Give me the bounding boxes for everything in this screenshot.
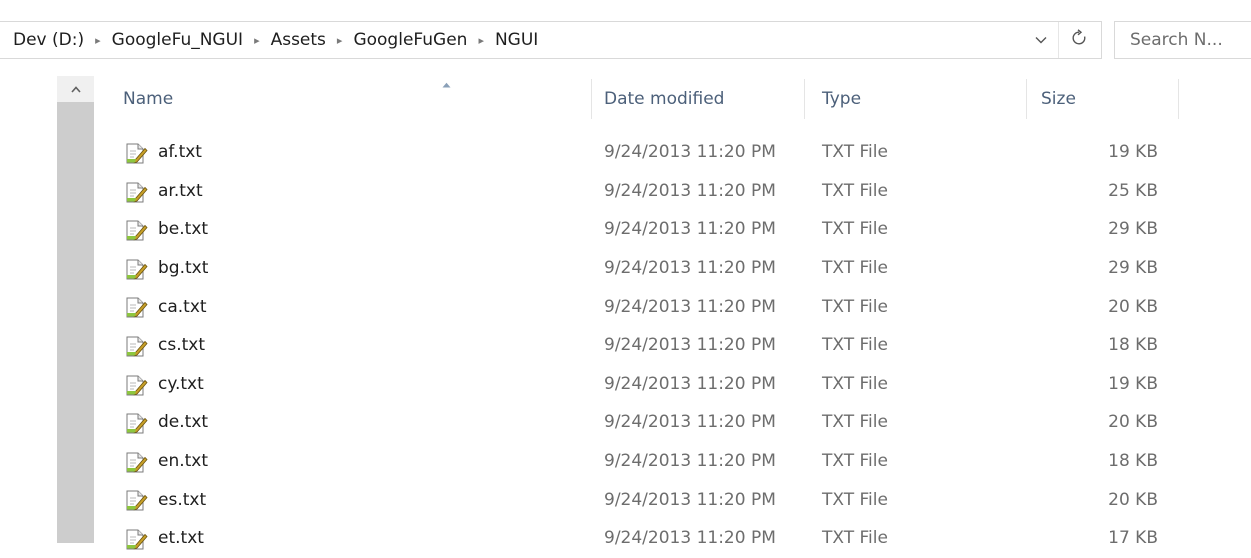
file-date-modified: 9/24/2013 11:20 PM xyxy=(604,412,776,433)
file-size: 19 KB xyxy=(1108,373,1158,394)
scroll-up-button[interactable] xyxy=(57,76,94,102)
file-date-modified: 9/24/2013 11:20 PM xyxy=(604,373,776,394)
text-file-icon xyxy=(124,295,148,319)
breadcrumb-separator-icon[interactable]: ▸ xyxy=(88,34,108,47)
column-header-type[interactable]: Type xyxy=(805,79,1027,119)
file-list: af.txt 9/24/2013 11:20 PM TXT File 19 KB ar.… xyxy=(96,133,1196,558)
file-size: 18 KB xyxy=(1108,451,1158,472)
file-size: 25 KB xyxy=(1108,180,1158,201)
file-name: bg.txt xyxy=(158,258,209,279)
file-row[interactable]: en.txt 9/24/2013 11:20 PM TXT File 18 KB xyxy=(96,442,1196,481)
vertical-scrollbar[interactable] xyxy=(57,76,94,543)
file-size: 18 KB xyxy=(1108,335,1158,356)
text-file-icon xyxy=(124,334,148,358)
text-file-icon xyxy=(124,488,148,512)
file-row[interactable]: cs.txt 9/24/2013 11:20 PM TXT File 18 KB xyxy=(96,326,1196,365)
file-date-modified: 9/24/2013 11:20 PM xyxy=(604,180,776,201)
breadcrumb-item-ngui[interactable]: NGUI xyxy=(491,30,542,50)
column-header-row: Name Date modified Type Size xyxy=(96,79,1251,119)
file-size: 20 KB xyxy=(1108,412,1158,433)
text-file-icon xyxy=(124,373,148,397)
file-date-modified: 9/24/2013 11:20 PM xyxy=(604,489,776,510)
file-type: TXT File xyxy=(822,219,888,240)
file-row[interactable]: de.txt 9/24/2013 11:20 PM TXT File 20 KB xyxy=(96,403,1196,442)
file-date-modified: 9/24/2013 11:20 PM xyxy=(604,142,776,163)
file-size: 19 KB xyxy=(1108,142,1158,163)
text-file-icon xyxy=(124,257,148,281)
file-name: de.txt xyxy=(158,412,209,433)
text-file-icon xyxy=(124,411,148,435)
file-size: 29 KB xyxy=(1108,258,1158,279)
text-file-icon xyxy=(124,450,148,474)
text-file-icon xyxy=(124,527,148,551)
breadcrumb-item-drive[interactable]: Dev (D:) xyxy=(9,30,88,50)
breadcrumb-separator-icon[interactable]: ▸ xyxy=(330,34,350,47)
window-top-strip xyxy=(0,0,1251,22)
file-type: TXT File xyxy=(822,373,888,394)
column-header-date-modified[interactable]: Date modified xyxy=(592,79,805,119)
refresh-icon xyxy=(1070,28,1088,52)
file-name: cs.txt xyxy=(158,335,205,356)
file-date-modified: 9/24/2013 11:20 PM xyxy=(604,219,776,240)
breadcrumb-item-assets[interactable]: Assets xyxy=(267,30,330,50)
address-history-dropdown-button[interactable] xyxy=(1026,22,1056,58)
file-row[interactable]: be.txt 9/24/2013 11:20 PM TXT File 29 KB xyxy=(96,210,1196,249)
search-box[interactable] xyxy=(1114,21,1251,59)
scrollbar-thumb[interactable] xyxy=(57,102,94,543)
file-row[interactable]: et.txt 9/24/2013 11:20 PM TXT File 17 KB xyxy=(96,519,1196,558)
file-row[interactable]: cy.txt 9/24/2013 11:20 PM TXT File 19 KB xyxy=(96,365,1196,404)
file-date-modified: 9/24/2013 11:20 PM xyxy=(604,258,776,279)
file-name: ca.txt xyxy=(158,296,207,317)
file-name: en.txt xyxy=(158,451,209,472)
column-header-type-label: Type xyxy=(822,89,862,109)
arrow-up-icon xyxy=(70,82,81,96)
file-type: TXT File xyxy=(822,528,888,549)
file-name: ar.txt xyxy=(158,180,203,201)
chevron-down-icon xyxy=(1035,33,1047,48)
file-type: TXT File xyxy=(822,412,888,433)
text-file-icon xyxy=(124,218,148,242)
file-row[interactable]: bg.txt 9/24/2013 11:20 PM TXT File 29 KB xyxy=(96,249,1196,288)
file-name: af.txt xyxy=(158,142,202,163)
file-date-modified: 9/24/2013 11:20 PM xyxy=(604,296,776,317)
refresh-button[interactable] xyxy=(1058,22,1099,58)
file-type: TXT File xyxy=(822,258,888,279)
file-size: 20 KB xyxy=(1108,489,1158,510)
breadcrumb-separator-icon[interactable]: ▸ xyxy=(247,34,267,47)
file-row[interactable]: ca.txt 9/24/2013 11:20 PM TXT File 20 KB xyxy=(96,287,1196,326)
file-type: TXT File xyxy=(822,296,888,317)
file-type: TXT File xyxy=(822,335,888,356)
column-header-name-label: Name xyxy=(123,89,174,109)
column-header-date-modified-label: Date modified xyxy=(604,89,725,109)
file-row[interactable]: es.txt 9/24/2013 11:20 PM TXT File 20 KB xyxy=(96,480,1196,519)
file-row[interactable]: af.txt 9/24/2013 11:20 PM TXT File 19 KB xyxy=(96,133,1196,172)
file-size: 17 KB xyxy=(1108,528,1158,549)
file-date-modified: 9/24/2013 11:20 PM xyxy=(604,528,776,549)
file-row[interactable]: ar.txt 9/24/2013 11:20 PM TXT File 25 KB xyxy=(96,172,1196,211)
file-type: TXT File xyxy=(822,180,888,201)
breadcrumb-item-googlefu-ngui[interactable]: GoogleFu_NGUI xyxy=(108,30,247,50)
breadcrumb: Dev (D:) ▸ GoogleFu_NGUI ▸ Assets ▸ Goog… xyxy=(9,22,542,58)
file-size: 29 KB xyxy=(1108,219,1158,240)
file-size: 20 KB xyxy=(1108,296,1158,317)
file-date-modified: 9/24/2013 11:20 PM xyxy=(604,451,776,472)
file-type: TXT File xyxy=(822,142,888,163)
sort-ascending-icon xyxy=(442,81,451,91)
column-header-size-label: Size xyxy=(1041,89,1076,109)
file-name: es.txt xyxy=(158,489,207,510)
file-name: be.txt xyxy=(158,219,209,240)
address-bar[interactable]: Dev (D:) ▸ GoogleFu_NGUI ▸ Assets ▸ Goog… xyxy=(0,21,1102,59)
column-header-name[interactable]: Name xyxy=(96,79,592,119)
search-input[interactable] xyxy=(1115,22,1251,58)
breadcrumb-separator-icon[interactable]: ▸ xyxy=(471,34,491,47)
text-file-icon xyxy=(124,180,148,204)
file-type: TXT File xyxy=(822,489,888,510)
breadcrumb-item-googlefugen[interactable]: GoogleFuGen xyxy=(349,30,471,50)
file-name: et.txt xyxy=(158,528,204,549)
text-file-icon xyxy=(124,141,148,165)
file-name: cy.txt xyxy=(158,373,204,394)
file-type: TXT File xyxy=(822,451,888,472)
column-header-size[interactable]: Size xyxy=(1027,79,1179,119)
file-date-modified: 9/24/2013 11:20 PM xyxy=(604,335,776,356)
